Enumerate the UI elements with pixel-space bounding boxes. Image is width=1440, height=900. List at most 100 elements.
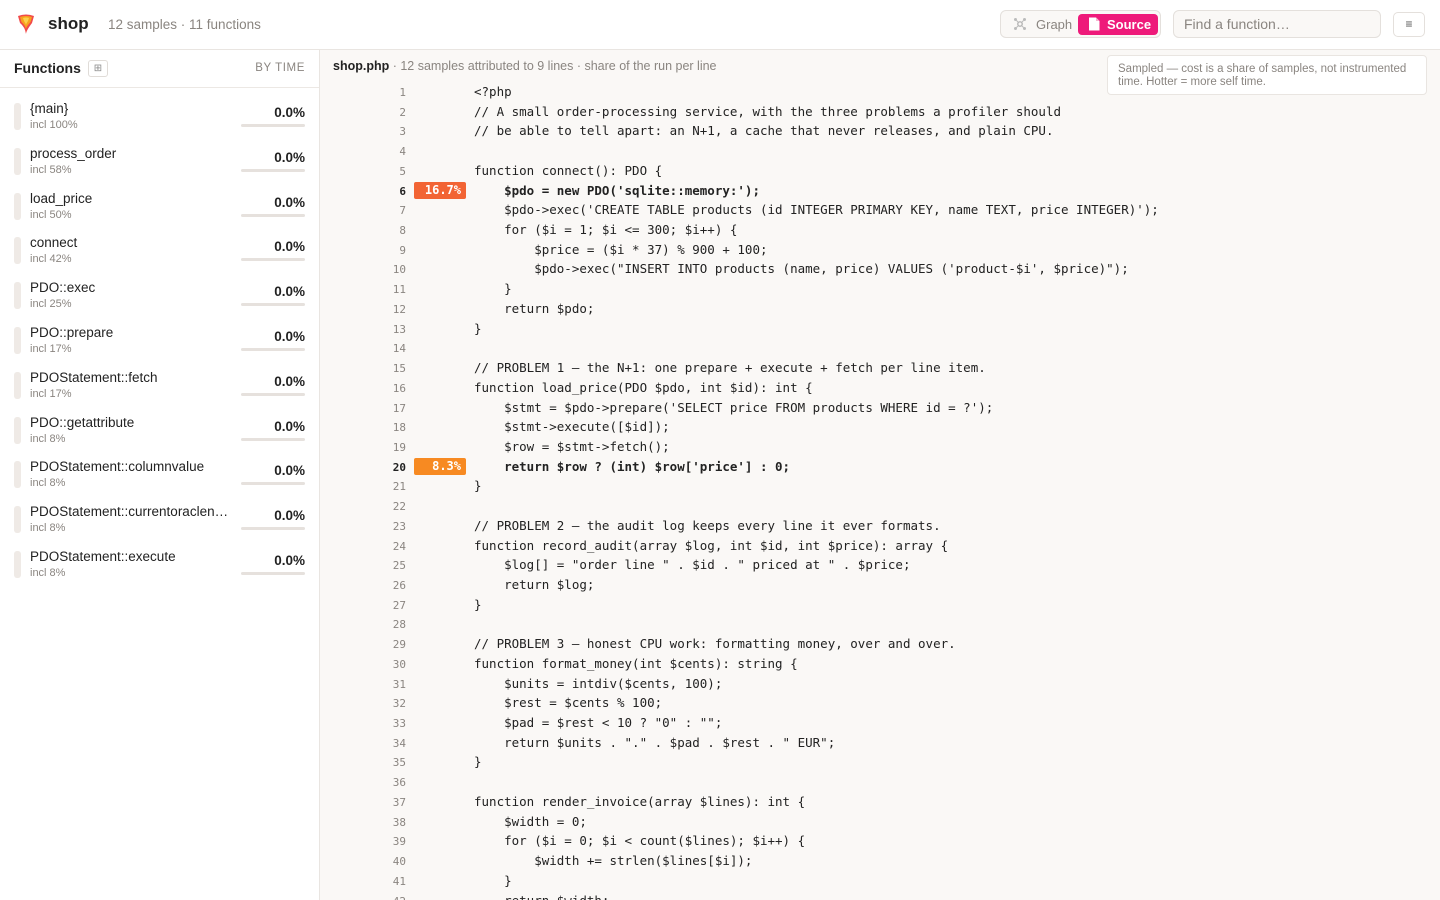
- code-line: 3 // be able to tell apart: an N+1, a cac…: [320, 121, 1440, 141]
- line-source: $log[] = "order line " . $id . " priced …: [474, 557, 911, 573]
- code-line: 36: [320, 772, 1440, 792]
- function-row[interactable]: PDO::getattribute incl 8% 0.0%: [0, 412, 319, 457]
- line-source: function connect(): PDO {: [474, 162, 663, 178]
- code-line: 38 $width = 0;: [320, 812, 1440, 832]
- code-line: 30 function format_money(int $cents): str…: [320, 654, 1440, 674]
- code-line: 16 function load_price(PDO $pdo, int $id)…: [320, 378, 1440, 398]
- line-number: 4: [399, 145, 406, 159]
- function-share-bar: [241, 572, 305, 575]
- function-self-percent: 0.0%: [274, 194, 305, 210]
- line-number: 38: [392, 815, 406, 829]
- functions-sidebar: Functions ⊞ BY TIME {main} incl 100% 0.0% p…: [0, 50, 320, 900]
- function-row[interactable]: PDOStatement::execute incl 8% 0.0%: [0, 546, 319, 591]
- code-line: 35}: [320, 752, 1440, 772]
- grid-icon: ⊞: [93, 63, 103, 74]
- function-row[interactable]: load_price incl 50% 0.0%: [0, 188, 319, 233]
- code-line: 8 for ($i = 1; $i <= 300; $i++) {: [320, 220, 1440, 240]
- line-source: function render_invoice(array $lines): i…: [474, 793, 806, 809]
- line-source: $stmt->execute([$id]);: [474, 419, 670, 435]
- line-number: 34: [392, 736, 406, 750]
- line-number: 22: [392, 500, 406, 514]
- sidebar-title: Functions: [14, 60, 81, 76]
- function-inclusive: incl 50%: [30, 208, 72, 221]
- line-number: 40: [392, 855, 406, 869]
- sidebar-header: Functions ⊞ BY TIME: [0, 50, 319, 88]
- line-source: // PROBLEM 1 — the N+1: one prepare + ex…: [474, 360, 986, 376]
- code-line: 34 return $units . "." . $pad . $rest . …: [320, 733, 1440, 753]
- function-row[interactable]: PDOStatement::fetch incl 17% 0.0%: [0, 367, 319, 412]
- source-view: shop.php · 12 samples attributed to 9 li…: [320, 50, 1440, 900]
- function-name: PDOStatement::fetch: [30, 369, 158, 385]
- line-number: 8: [399, 224, 406, 238]
- line-number: 20: [392, 460, 406, 474]
- heat-strip: [14, 192, 21, 220]
- code-line: 27}: [320, 595, 1440, 615]
- line-number: 24: [392, 539, 406, 553]
- code-line: 31 $units = intdiv($cents, 100);: [320, 674, 1440, 694]
- line-source: // A small order-processing service, wit…: [474, 103, 1061, 119]
- line-source: function format_money(int $cents): strin…: [474, 655, 798, 671]
- function-row[interactable]: PDO::exec incl 25% 0.0%: [0, 277, 319, 322]
- line-heat-badge[interactable]: 16.7%: [414, 181, 466, 199]
- line-heat-badge[interactable]: 8.3%: [414, 457, 466, 475]
- function-inclusive: incl 17%: [30, 343, 72, 355]
- line-number: 14: [392, 342, 406, 356]
- menu-button[interactable]: ≡: [1393, 12, 1425, 37]
- search-input[interactable]: [1173, 10, 1381, 38]
- code-line: 41 }: [320, 871, 1440, 891]
- line-number: 12: [392, 302, 406, 316]
- code-line: 40 $width += strlen($lines[$i]);: [320, 851, 1440, 871]
- function-name: {main}: [30, 101, 69, 116]
- file-icon: [1089, 17, 1100, 31]
- tab-graph[interactable]: Graph: [1005, 14, 1077, 34]
- code-line: 7 $pdo->exec('CREATE TABLE products (id …: [320, 200, 1440, 220]
- function-name: connect: [30, 235, 78, 251]
- line-source: $pdo = new PDO('sqlite::memory:');: [474, 182, 760, 198]
- code-line: 22: [320, 496, 1440, 516]
- function-name: PDO::getattribute: [30, 414, 135, 430]
- code-line: 9 $price = ($i * 37) % 900 + 100;: [320, 240, 1440, 260]
- function-share-bar: [241, 437, 305, 441]
- line-source: }: [474, 320, 482, 336]
- function-row[interactable]: {main} incl 100% 0.0%: [0, 98, 319, 143]
- function-share-bar: [241, 348, 305, 351]
- function-row[interactable]: connect incl 42% 0.0%: [0, 232, 319, 277]
- line-number: 33: [392, 717, 406, 731]
- function-self-percent: 0.0%: [274, 149, 305, 165]
- function-self-percent: 0.0%: [274, 373, 305, 389]
- line-number: 9: [399, 243, 406, 257]
- heat-strip: [14, 551, 21, 578]
- line-source: }: [474, 872, 512, 888]
- code-line: 28: [320, 614, 1440, 634]
- line-number: 35: [392, 756, 406, 770]
- view-toggle: Graph Source: [1000, 10, 1161, 38]
- code-line: 23 // PROBLEM 2 — the audit log keeps eve…: [320, 516, 1440, 536]
- line-number: 1: [399, 86, 406, 99]
- line-number: 29: [392, 638, 406, 652]
- line-source: <?php: [474, 84, 512, 99]
- sidebar-view-toggle[interactable]: ⊞: [88, 60, 108, 77]
- line-source: }: [474, 478, 482, 494]
- function-row[interactable]: process_order incl 58% 0.0%: [0, 143, 319, 188]
- function-self-percent: 0.0%: [274, 553, 305, 568]
- code-line: 6 16.7% $pdo = new PDO('sqlite::memory:')…: [320, 181, 1440, 201]
- line-source: // PROBLEM 3 — honest CPU work: formatti…: [474, 636, 956, 652]
- sort-by-time[interactable]: BY TIME: [255, 62, 305, 74]
- function-row[interactable]: PDO::prepare incl 17% 0.0%: [0, 322, 319, 367]
- code-line: 19 $row = $stmt->fetch();: [320, 437, 1440, 457]
- line-number: 31: [392, 677, 406, 691]
- function-inclusive: incl 100%: [30, 119, 78, 131]
- tab-source[interactable]: Source: [1078, 14, 1158, 35]
- line-source: $width += strlen($lines[$i]);: [474, 853, 753, 869]
- function-share-bar: [241, 527, 305, 531]
- line-number: 11: [392, 283, 406, 297]
- function-row[interactable]: PDOStatement::currentoraclen… incl 8% 0.0%: [0, 501, 319, 546]
- line-number: 19: [392, 440, 406, 454]
- function-name: process_order: [30, 145, 117, 161]
- line-number: 6: [399, 184, 406, 198]
- function-self-percent: 0.0%: [274, 239, 305, 255]
- function-row[interactable]: PDOStatement::columnvalue incl 8% 0.0%: [0, 456, 319, 501]
- heat-strip: [14, 103, 21, 130]
- function-self-percent: 0.0%: [274, 105, 305, 120]
- line-number: 25: [392, 559, 406, 573]
